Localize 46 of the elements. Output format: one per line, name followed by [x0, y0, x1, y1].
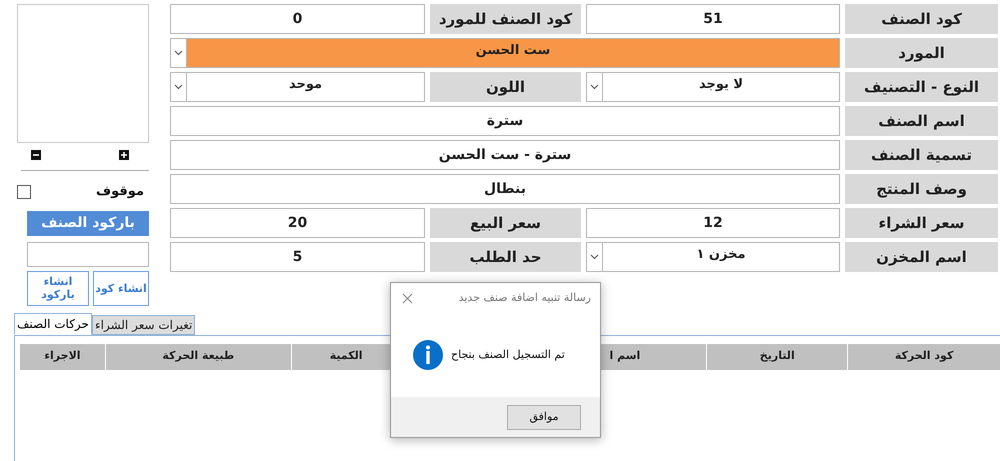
- input-field[interactable]: 0: [170, 4, 425, 34]
- create-code-button[interactable]: انشاء كود: [93, 270, 149, 306]
- barcode-input[interactable]: [27, 242, 149, 266]
- dropdown[interactable]: موحد: [170, 72, 425, 102]
- column-header: كود الحركة: [847, 344, 1000, 370]
- input-field[interactable]: سترة: [170, 106, 840, 136]
- stopped-label: موقوف: [96, 183, 144, 201]
- plus-icon[interactable]: [119, 150, 129, 160]
- close-icon[interactable]: [402, 292, 413, 304]
- ok-button[interactable]: موافق: [507, 404, 581, 430]
- field-label: النوع - التصنيف: [845, 72, 998, 102]
- dialog-title: رسالة تنبيه اضافة صنف جديد: [458, 290, 591, 306]
- field-label: كود الصنف للمورد: [430, 4, 581, 34]
- input-field[interactable]: سترة - ست الحسن: [170, 140, 840, 170]
- create-barcode-button[interactable]: انشاء باركود: [27, 270, 89, 306]
- chevron-down-icon: [590, 84, 599, 90]
- field-label: وصف المنتج: [845, 174, 998, 204]
- column-header: الاجراء: [19, 344, 105, 370]
- chevron-down-icon: [590, 254, 599, 260]
- field-label: سعر البيع: [430, 208, 581, 238]
- field-label: المورد: [845, 38, 998, 68]
- dropdown[interactable]: لا يوجد: [586, 72, 840, 102]
- field-label: اللون: [430, 72, 581, 102]
- field-label: تسمية الصنف: [845, 140, 998, 170]
- input-field[interactable]: بنطال: [170, 174, 840, 204]
- dialog-message: تم التسجيل الصنف بنجاح: [451, 346, 565, 363]
- field-label: سعر الشراء: [845, 208, 998, 238]
- info-icon: [413, 340, 443, 370]
- input-field[interactable]: 51: [586, 4, 840, 34]
- minus-icon[interactable]: [31, 150, 41, 160]
- field-label: حد الطلب: [430, 242, 581, 272]
- tab[interactable]: حركات الصنف: [14, 312, 92, 334]
- field-label: اسم المخزن: [845, 242, 998, 272]
- field-label: كود الصنف: [845, 4, 998, 34]
- chevron-down-icon: [174, 50, 183, 56]
- input-field[interactable]: 20: [170, 208, 425, 238]
- column-header: طبيعة الحركة: [104, 344, 291, 370]
- chevron-down-icon: [174, 84, 183, 90]
- field-label: اسم الصنف: [845, 106, 998, 136]
- dropdown[interactable]: مخزن ١: [586, 242, 840, 272]
- input-field[interactable]: 5: [170, 242, 425, 272]
- input-field[interactable]: 12: [586, 208, 840, 238]
- dropdown[interactable]: ست الحسن: [170, 38, 840, 68]
- checkbox[interactable]: [17, 184, 31, 199]
- tab[interactable]: تغيرات سعر الشراء: [92, 314, 196, 334]
- column-header: التاريخ: [706, 344, 848, 370]
